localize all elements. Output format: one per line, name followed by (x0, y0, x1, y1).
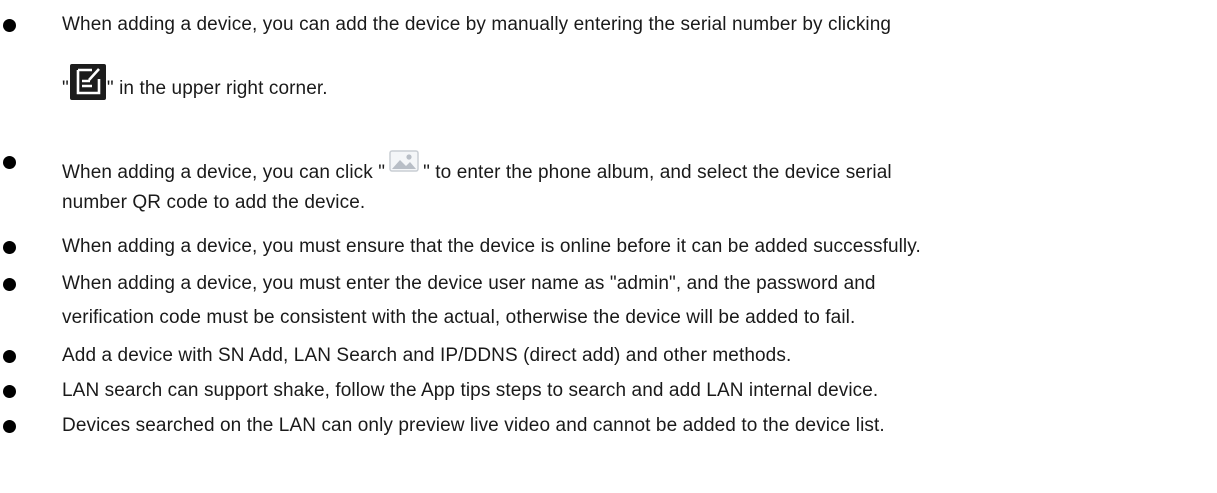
list-item-text: When adding a device, you can click " " … (62, 150, 892, 185)
list-item-text: verification code must be consistent wit… (62, 307, 856, 328)
bullet-icon (3, 350, 16, 363)
bullet-icon (3, 156, 16, 169)
list-item-text: number QR code to add the device. (62, 192, 366, 213)
bullet-icon (3, 385, 16, 398)
list-item-text: Add a device with SN Add, LAN Search and… (62, 345, 792, 366)
list-item-text-tail: " to enter the phone album, and select t… (423, 162, 892, 183)
list-item-text: LAN search can support shake, follow the… (62, 380, 879, 401)
quote-open: " (62, 78, 69, 99)
edit-icon (69, 64, 106, 100)
list-item-text: When adding a device, you must ensure th… (62, 236, 921, 257)
list-item-text: When adding a device, you can add the de… (62, 14, 892, 35)
bullet-icon (3, 241, 16, 254)
bullet-icon (3, 420, 16, 433)
list-item-text-tail: " in the upper right corner. (106, 78, 328, 99)
list-item-text-head: When adding a device, you can click " (62, 162, 386, 183)
bullet-icon (3, 278, 16, 291)
list-item-text: When adding a device, you must enter the… (62, 273, 876, 294)
list-item-text: " " in the upper right corner. (62, 64, 328, 101)
image-album-icon (389, 150, 419, 172)
bullet-icon (3, 19, 16, 32)
list-item-text: Devices searched on the LAN can only pre… (62, 415, 885, 436)
